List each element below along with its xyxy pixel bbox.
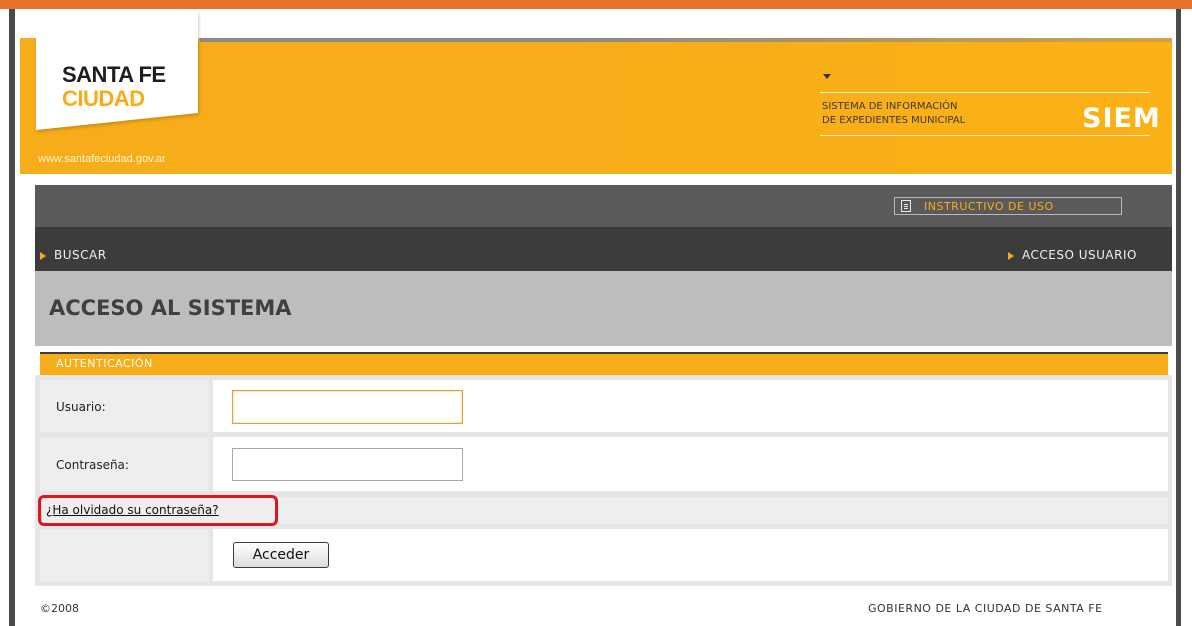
caret-down-icon	[823, 74, 831, 79]
top-accent-strip	[0, 0, 1192, 9]
footer-copyright: ©2008	[40, 602, 79, 615]
usuario-input[interactable]	[232, 390, 463, 424]
auth-section-title: AUTENTICACIÓN	[56, 357, 153, 370]
footer-government: GOBIERNO DE LA CIUDAD DE SANTA FE	[868, 602, 1103, 615]
menu-item-acceso-usuario[interactable]: ACCESO USUARIO	[1022, 248, 1137, 262]
system-name-line1: SISTEMA DE INFORMACIÓN	[822, 101, 958, 112]
instructivo-label[interactable]: INSTRUCTIVO DE USO	[924, 200, 1054, 213]
submit-label-cell	[40, 529, 209, 581]
system-name-line2: DE EXPEDIENTES MUNICIPAL	[822, 115, 966, 126]
auth-section-header	[40, 354, 1168, 375]
triangle-right-icon	[40, 252, 46, 260]
triangle-right-icon	[1008, 252, 1014, 260]
window-frame-right	[1176, 9, 1181, 626]
page-title: ACCESO AL SISTEMA	[49, 296, 292, 320]
menu-bar	[35, 227, 1172, 271]
site-url: www.santafeciudad.gov.ar	[38, 153, 166, 165]
usuario-label: Usuario:	[56, 400, 106, 414]
red-highlight-box	[38, 495, 278, 526]
password-input[interactable]	[232, 448, 463, 481]
acceder-button[interactable]: Acceder	[233, 542, 329, 568]
contrasena-label: Contraseña:	[56, 458, 129, 472]
logo-line2[interactable]: CIUDAD	[62, 86, 145, 112]
menu-item-buscar[interactable]: BUSCAR	[54, 248, 107, 262]
logo-line1[interactable]: SANTA FE	[62, 62, 166, 88]
siem-divider-bottom	[820, 135, 1150, 136]
system-acronym: SIEM	[1082, 103, 1161, 134]
document-icon[interactable]	[901, 200, 911, 212]
submit-cell	[213, 529, 1168, 581]
siem-divider-top	[820, 92, 1150, 93]
